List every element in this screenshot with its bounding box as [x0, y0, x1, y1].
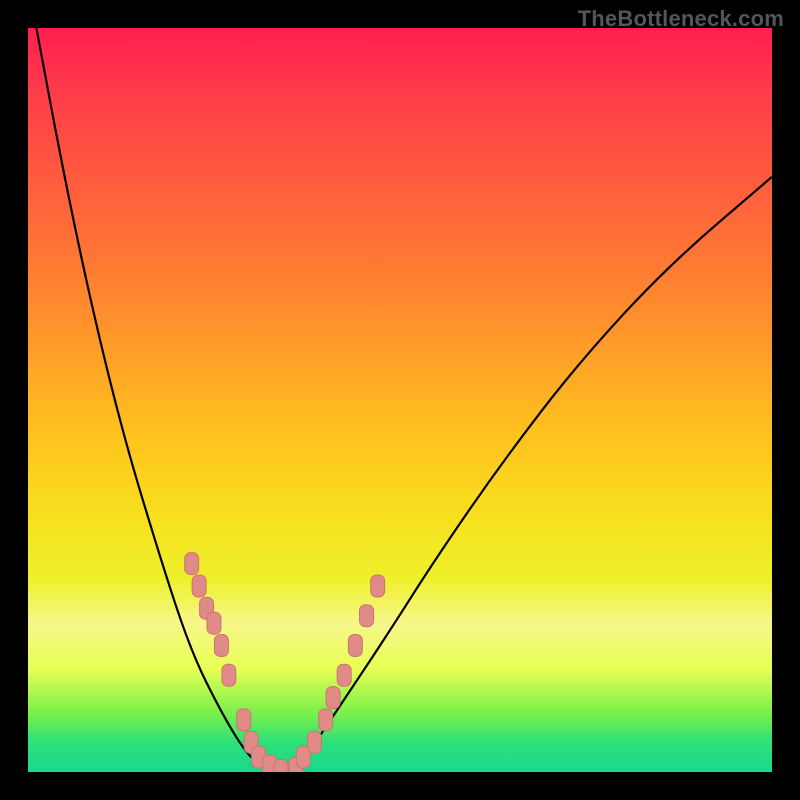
marker: [319, 709, 333, 731]
bottleneck-curves: [28, 28, 772, 772]
marker: [222, 664, 236, 686]
curve-curve-right: [288, 177, 772, 772]
marker: [307, 731, 321, 753]
plot-overlay: [28, 28, 772, 772]
marker: [237, 709, 251, 731]
marker: [192, 575, 206, 597]
curve-markers: [185, 553, 385, 772]
marker: [185, 553, 199, 575]
marker: [214, 635, 228, 657]
marker: [274, 760, 288, 772]
marker: [360, 605, 374, 627]
marker: [207, 612, 221, 634]
outer-frame: TheBottleneck.com: [0, 0, 800, 800]
marker: [371, 575, 385, 597]
marker: [337, 664, 351, 686]
marker: [326, 687, 340, 709]
curve-curve-left: [28, 28, 274, 772]
marker: [348, 635, 362, 657]
